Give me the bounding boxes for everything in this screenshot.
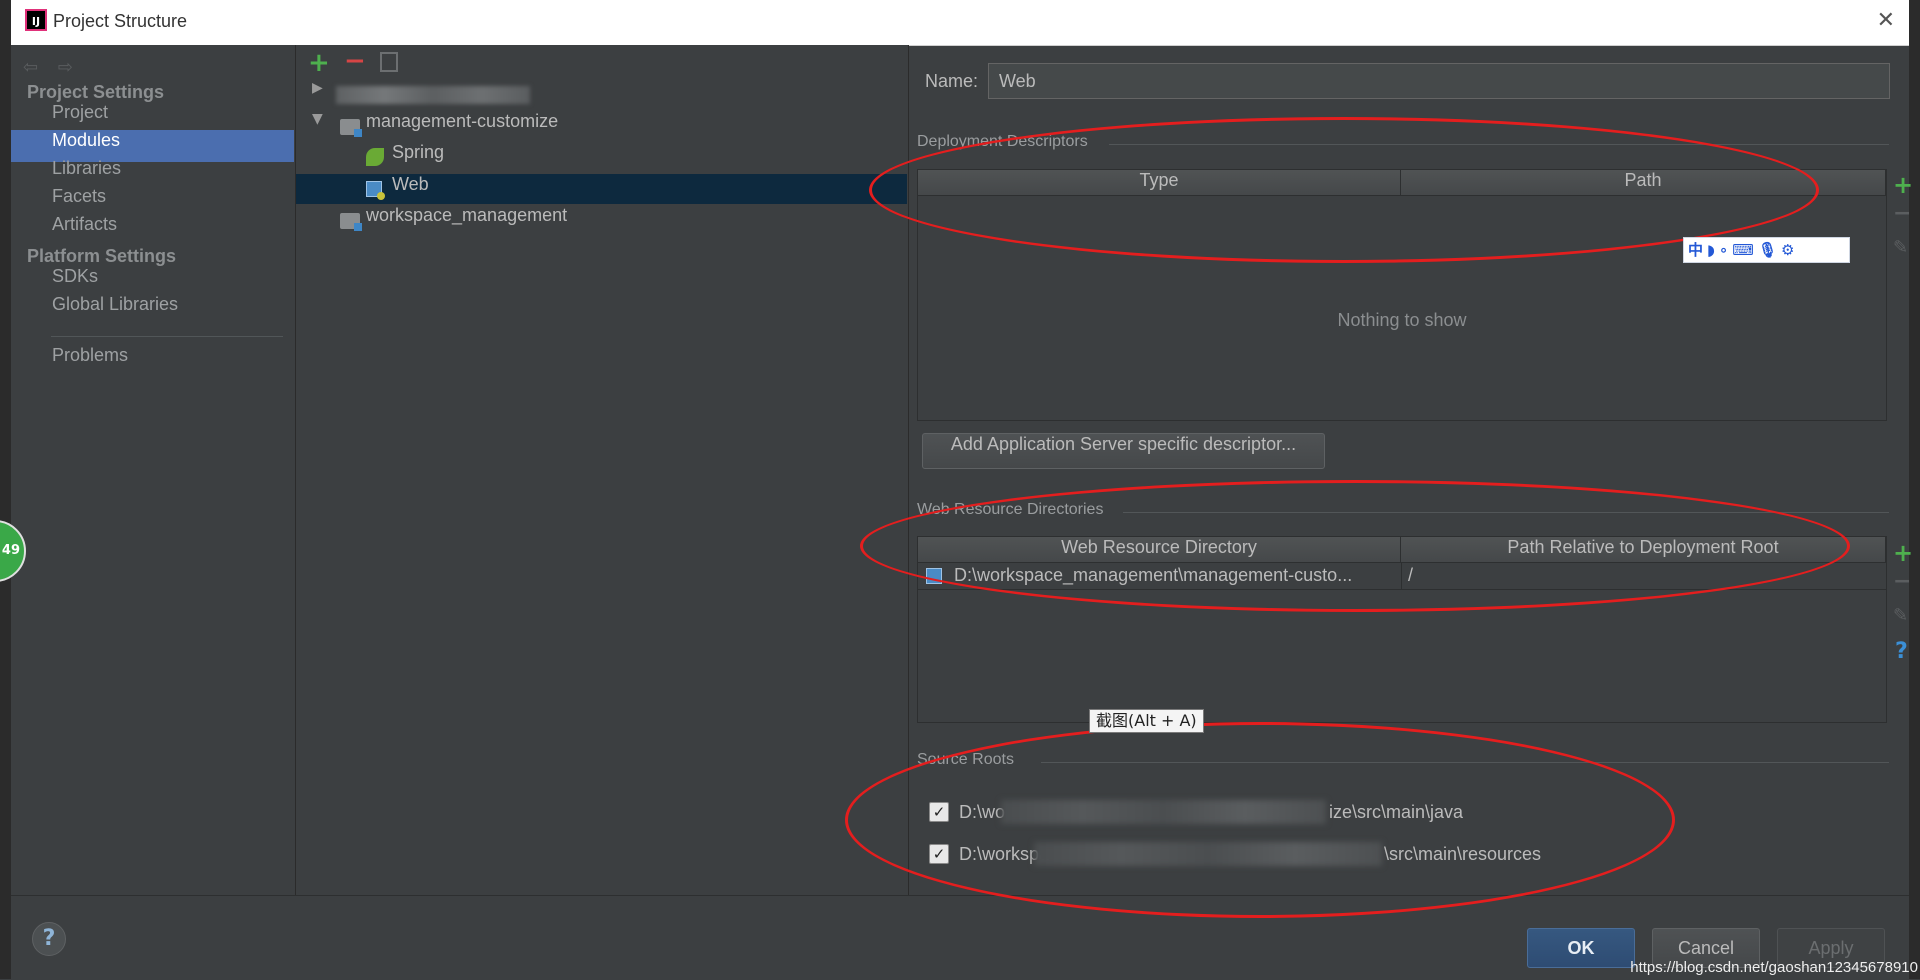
- tree-row-label: workspace_management: [366, 205, 568, 225]
- tree-row-management-customize[interactable]: ▼ management-customize: [296, 111, 907, 141]
- background-window-edge-left: [0, 0, 11, 979]
- add-descriptor-icon[interactable]: +: [1893, 171, 1913, 199]
- background-window-edge-right: [1909, 0, 1920, 979]
- ok-button[interactable]: OK: [1527, 928, 1635, 968]
- deployment-descriptors-title: Deployment Descriptors: [917, 133, 1088, 150]
- web-facet-settings: Name: Web Deployment Descriptors Type Pa…: [909, 45, 1913, 895]
- empty-state-text: Nothing to show: [1337, 310, 1467, 330]
- dialog-footer: ? OK Cancel Apply: [11, 895, 1909, 980]
- column-header-web-resource-directory[interactable]: Web Resource Directory: [918, 537, 1401, 563]
- nav-history-arrows: ⇦ ⇨: [23, 57, 87, 78]
- help-icon[interactable]: ?: [1895, 639, 1908, 664]
- project-settings-heading: Project Settings: [27, 82, 165, 102]
- column-header-type[interactable]: Type: [918, 170, 1401, 196]
- remove-web-resource-icon[interactable]: −: [1893, 569, 1911, 594]
- copy-icon[interactable]: [380, 52, 398, 72]
- nav-divider: [51, 336, 283, 337]
- window-title: Project Structure: [53, 11, 188, 31]
- remove-descriptor-icon[interactable]: −: [1893, 201, 1911, 226]
- source-root-item[interactable]: ✓ D:\wo ize\src\main\java: [929, 800, 1889, 830]
- back-arrow-icon[interactable]: ⇦: [23, 57, 38, 78]
- collapse-triangle-icon[interactable]: ▼: [312, 111, 323, 127]
- tree-row-workspace-management[interactable]: workspace_management: [296, 205, 907, 235]
- screenshot-tooltip: 截图(Alt + A): [1089, 709, 1204, 733]
- source-root-path-suffix: \src\main\resources: [1384, 844, 1542, 864]
- redacted-path: [1034, 842, 1382, 866]
- cell-divider: [1401, 563, 1402, 589]
- module-folder-icon: [340, 213, 362, 231]
- nav-item-problems[interactable]: Problems: [11, 345, 294, 377]
- group-divider: [1123, 512, 1889, 513]
- web-facet-icon: [366, 181, 385, 200]
- expand-triangle-icon[interactable]: ▶: [312, 80, 323, 96]
- name-label: Name:: [925, 71, 979, 91]
- add-web-resource-icon[interactable]: +: [1893, 539, 1913, 567]
- redacted-project-name: [336, 86, 530, 104]
- add-icon[interactable]: +: [308, 48, 330, 78]
- tree-row-label: Web: [392, 174, 429, 194]
- source-root-path-suffix: ize\src\main\java: [1329, 802, 1464, 822]
- tree-row-spring[interactable]: Spring: [296, 142, 907, 172]
- source-root-checkbox[interactable]: ✓: [929, 802, 949, 822]
- deployment-descriptors-table[interactable]: Type Path Nothing to show: [917, 169, 1887, 421]
- settings-nav: ⇦ ⇨ Project Settings Project Modules Lib…: [11, 45, 296, 895]
- forward-arrow-icon[interactable]: ⇨: [58, 57, 73, 78]
- web-folder-icon: [926, 568, 942, 584]
- tree-row-redacted-project[interactable]: ▶: [296, 80, 907, 110]
- source-root-checkbox[interactable]: ✓: [929, 844, 949, 864]
- add-server-descriptor-button[interactable]: Add Application Server specific descript…: [922, 433, 1325, 469]
- nav-item-artifacts[interactable]: Artifacts: [11, 214, 294, 246]
- watermark-url: https://blog.csdn.net/gaoshan12345678910: [1630, 959, 1918, 976]
- module-tree-panel: + − ▶ ▼ management-customize Spring Web …: [296, 45, 909, 895]
- web-resource-directories-table[interactable]: Web Resource Directory Path Relative to …: [917, 536, 1887, 723]
- module-folder-icon: [340, 119, 362, 137]
- nav-item-global-libraries[interactable]: Global Libraries: [11, 294, 294, 326]
- column-header-path-relative[interactable]: Path Relative to Deployment Root: [1401, 537, 1886, 563]
- help-button[interactable]: ?: [32, 922, 66, 956]
- web-resource-directory-cell: D:\workspace_management\management-custo…: [954, 565, 1353, 585]
- source-root-path-prefix: D:\wo: [959, 802, 1006, 822]
- source-root-item[interactable]: ✓ D:\workspa \src\main\resources: [929, 842, 1889, 872]
- intellij-logo-icon: IJ: [25, 9, 47, 31]
- web-resource-directories-title: Web Resource Directories: [917, 501, 1104, 518]
- name-field[interactable]: Web: [988, 63, 1890, 99]
- remove-icon[interactable]: −: [344, 46, 366, 76]
- redacted-path: [1001, 800, 1326, 824]
- project-structure-dialog: IJ Project Structure ✕ ⇦ ⇨ Project Setti…: [11, 0, 1913, 980]
- tree-row-label: Spring: [392, 142, 445, 162]
- platform-settings-heading: Platform Settings: [27, 246, 177, 266]
- group-divider: [1041, 762, 1889, 763]
- table-row[interactable]: D:\workspace_management\management-custo…: [918, 563, 1886, 590]
- tree-row-label: management-customize: [366, 111, 559, 131]
- edit-web-resource-icon[interactable]: ✎: [1893, 605, 1908, 626]
- spring-leaf-icon: [366, 148, 384, 166]
- close-icon[interactable]: ✕: [1877, 8, 1895, 33]
- path-relative-cell: /: [1408, 565, 1414, 585]
- tree-row-web[interactable]: Web: [296, 174, 907, 204]
- column-header-path[interactable]: Path: [1401, 170, 1886, 196]
- title-bar: IJ Project Structure ✕: [11, 0, 1909, 46]
- edit-descriptor-icon[interactable]: ✎: [1893, 237, 1908, 258]
- source-roots-title: Source Roots: [917, 751, 1014, 768]
- ime-toolbar[interactable]: 中◗∘⌨🎙⚙: [1683, 237, 1850, 263]
- group-divider: [1109, 144, 1889, 145]
